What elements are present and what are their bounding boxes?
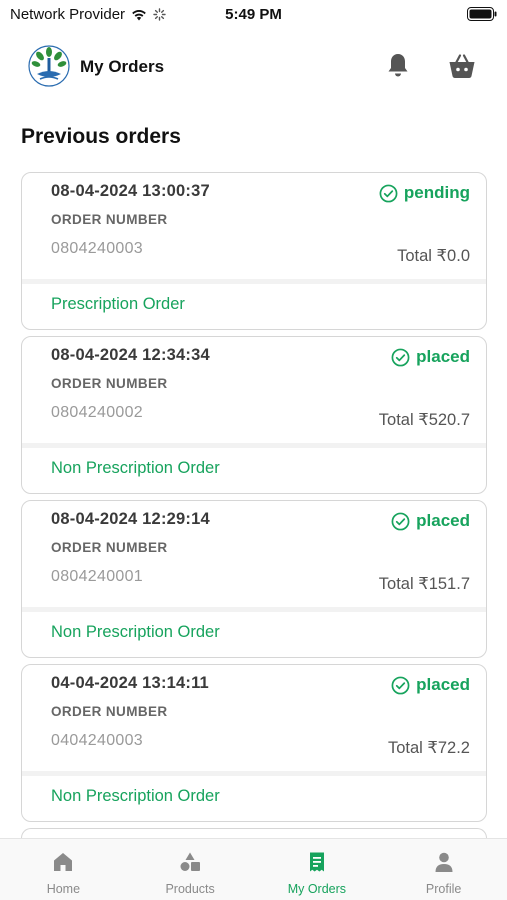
card-divider bbox=[22, 607, 486, 612]
bell-icon[interactable] bbox=[384, 51, 412, 79]
order-datetime: 08-04-2024 12:34:34 bbox=[51, 346, 210, 364]
order-status-label: placed bbox=[416, 347, 470, 366]
tab-label: My Orders bbox=[287, 882, 347, 896]
order-status-label: pending bbox=[403, 183, 470, 202]
order-number-label: ORDER NUMBER bbox=[51, 704, 168, 719]
order-type: Non Prescription Order bbox=[51, 459, 220, 477]
order-datetime: 08-04-2024 12:29:14 bbox=[51, 510, 210, 528]
tab-label: Home bbox=[46, 882, 81, 896]
order-number-label: ORDER NUMBER bbox=[51, 540, 168, 555]
check-circle-icon bbox=[391, 676, 410, 694]
clock: 5:49 PM bbox=[225, 6, 282, 23]
order-datetime: 04-04-2024 13:14:11 bbox=[51, 674, 209, 692]
battery-icon bbox=[467, 7, 497, 21]
tab-profile[interactable]: Profile bbox=[380, 839, 507, 900]
order-status-label: placed bbox=[416, 675, 470, 694]
order-number: 0804240001 bbox=[51, 568, 143, 585]
section-title: Previous orders bbox=[21, 125, 181, 148]
order-card[interactable]: 04-04-2024 13:14:11 placed ORDER NUMBER … bbox=[21, 664, 487, 822]
status-bar: Network Provider 5:49 PM bbox=[0, 0, 507, 30]
order-total: Total ₹0.0 bbox=[397, 247, 470, 265]
bottom-tab-bar: Home Products My Orders Profile bbox=[0, 838, 507, 900]
app-header: My Orders bbox=[0, 40, 507, 94]
card-divider bbox=[22, 279, 486, 284]
home-icon bbox=[54, 853, 73, 871]
order-card[interactable]: 08-04-2024 12:29:14 placed ORDER NUMBER … bbox=[21, 500, 487, 658]
orders-list[interactable]: 08-04-2024 13:00:37 pending ORDER NUMBER… bbox=[0, 172, 507, 838]
tab-label: Products bbox=[165, 882, 215, 896]
order-total: Total ₹520.7 bbox=[378, 411, 470, 429]
shapes-icon bbox=[180, 852, 201, 871]
tab-my-orders[interactable]: My Orders bbox=[254, 839, 381, 900]
order-datetime: 08-04-2024 13:00:37 bbox=[51, 182, 210, 200]
order-card[interactable]: 08-04-2024 12:34:34 placed ORDER NUMBER … bbox=[21, 336, 487, 494]
order-number-label: ORDER NUMBER bbox=[51, 376, 168, 391]
basket-icon[interactable] bbox=[447, 52, 477, 80]
order-total: Total ₹72.2 bbox=[387, 739, 470, 757]
card-divider bbox=[22, 771, 486, 776]
order-status: pending bbox=[379, 183, 470, 203]
app-logo[interactable] bbox=[27, 44, 71, 88]
check-circle-icon bbox=[391, 512, 410, 530]
order-number: 0404240003 bbox=[51, 732, 143, 749]
order-card[interactable]: 08-04-2024 13:00:37 pending ORDER NUMBER… bbox=[21, 172, 487, 330]
order-status: placed bbox=[391, 675, 470, 695]
person-icon bbox=[435, 852, 453, 872]
card-divider bbox=[22, 443, 486, 448]
order-type: Non Prescription Order bbox=[51, 787, 220, 805]
receipt-icon bbox=[309, 852, 324, 872]
order-type: Non Prescription Order bbox=[51, 623, 220, 641]
check-circle-icon bbox=[391, 348, 410, 366]
order-type: Prescription Order bbox=[51, 295, 185, 313]
order-number: 0804240003 bbox=[51, 240, 143, 257]
tab-products[interactable]: Products bbox=[127, 839, 254, 900]
order-status: placed bbox=[391, 511, 470, 531]
order-status: placed bbox=[391, 347, 470, 367]
tab-label: Profile bbox=[425, 882, 462, 896]
tab-home[interactable]: Home bbox=[0, 839, 127, 900]
check-circle-icon bbox=[379, 184, 398, 202]
page-title: My Orders bbox=[80, 57, 165, 76]
order-number-label: ORDER NUMBER bbox=[51, 212, 168, 227]
order-card-partial[interactable] bbox=[21, 828, 487, 838]
order-total: Total ₹151.7 bbox=[378, 575, 470, 593]
order-number: 0804240002 bbox=[51, 404, 143, 421]
order-status-label: placed bbox=[416, 511, 470, 530]
